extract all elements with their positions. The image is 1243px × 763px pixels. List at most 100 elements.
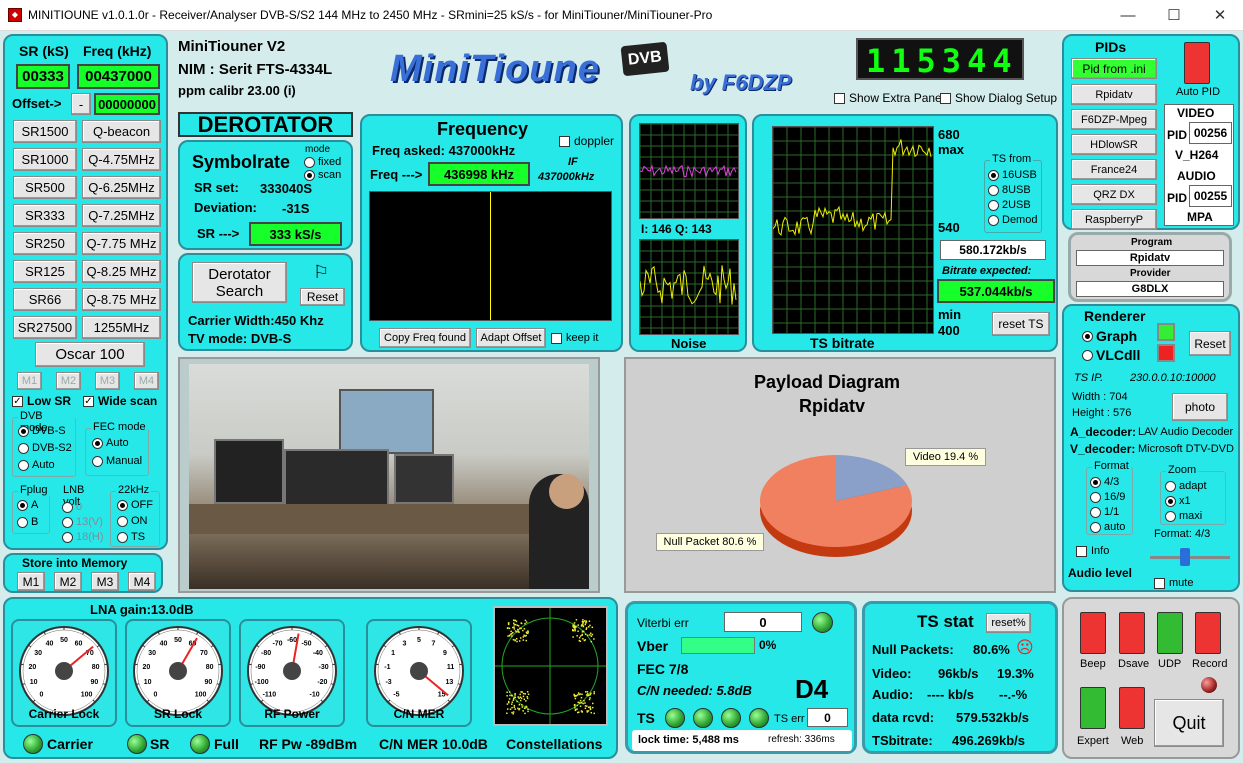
freq-button-q-6-25mhz[interactable]: Q-6.25MHz (82, 176, 161, 199)
lnb-18h-radio[interactable]: 18(H) (62, 531, 104, 543)
pid-preset-france24[interactable]: France24 (1071, 159, 1157, 180)
lnb-0-radio[interactable]: 0 (62, 501, 82, 513)
pid-preset-hdlowsr[interactable]: HDlowSR (1071, 134, 1157, 155)
pid-preset-f6dzp-mpeg[interactable]: F6DZP-Mpeg (1071, 109, 1157, 130)
fec-auto-radio[interactable]: Auto (92, 437, 129, 449)
mute-checkbox[interactable]: mute (1154, 577, 1193, 589)
sr-value[interactable]: 00333 (16, 64, 70, 89)
fixed-radio[interactable]: fixed (304, 156, 341, 168)
quit-button[interactable]: Quit (1154, 699, 1224, 747)
memory-m4-button[interactable]: M4 (134, 372, 159, 390)
freq-button-q-beacon[interactable]: Q-beacon (82, 120, 161, 143)
sr-button-sr125[interactable]: SR125 (13, 260, 77, 283)
freq-button-q-7-25mhz[interactable]: Q-7.25MHz (82, 204, 161, 227)
freq-button-q-8-25-mhz[interactable]: Q-8.25 MHz (82, 260, 161, 283)
scan-radio[interactable]: scan (304, 169, 341, 181)
expert-switch[interactable] (1080, 687, 1106, 729)
derotator-search-button[interactable]: Derotator Search (192, 262, 287, 303)
beep-switch[interactable] (1080, 612, 1106, 654)
video-pid-value[interactable]: 00256 (1189, 122, 1232, 144)
offset-sign-button[interactable]: - (71, 93, 91, 115)
store-m2-button[interactable]: M2 (54, 572, 82, 591)
lna-gain: LNA gain:13.0dB (90, 602, 194, 617)
ts-demod-radio[interactable]: Demod (988, 214, 1037, 226)
pid-preset-qrz-dx[interactable]: QRZ DX (1071, 184, 1157, 205)
pid-preset-raspberryp[interactable]: RaspberryP (1071, 209, 1157, 230)
doppler-checkbox[interactable]: doppler (559, 134, 614, 148)
frequency-title: Frequency (437, 119, 529, 139)
keep-it-checkbox[interactable]: keep it (551, 332, 598, 344)
derotator-reset-button[interactable]: Reset (300, 288, 345, 306)
lnb-13v-radio[interactable]: 13(V) (62, 516, 103, 528)
record-switch[interactable] (1195, 612, 1221, 654)
dvb-s2-radio[interactable]: DVB-S2 (18, 442, 72, 454)
sr-button-sr1000[interactable]: SR1000 (13, 148, 77, 171)
sr-button-sr66[interactable]: SR66 (13, 288, 77, 311)
pid-from-ini-button[interactable]: Pid from .ini (1071, 58, 1157, 79)
fec-value: FEC 7/8 (637, 661, 689, 677)
sr-button-sr1500[interactable]: SR1500 (13, 120, 77, 143)
freq-value[interactable]: 00437000 (77, 64, 160, 89)
graph-radio[interactable]: Graph (1082, 328, 1137, 344)
wide-scan-checkbox[interactable]: ✓ Wide scan (83, 394, 157, 408)
offset-value[interactable]: 00000000 (94, 93, 160, 115)
renderer-reset-button[interactable]: Reset (1189, 331, 1231, 356)
close-button[interactable]: ✕ (1197, 0, 1243, 31)
freq-button-1255mhz[interactable]: 1255MHz (82, 316, 161, 339)
freq-button-q-7-75-mhz[interactable]: Q-7.75 MHz (82, 232, 161, 255)
audio-level-slider[interactable] (1180, 548, 1190, 566)
sr-button-sr250[interactable]: SR250 (13, 232, 77, 255)
reset-ts-button[interactable]: reset TS (992, 312, 1050, 336)
copy-freq-button[interactable]: Copy Freq found (379, 328, 471, 348)
maximize-button[interactable]: ☐ (1151, 0, 1197, 31)
oscar-100-button[interactable]: Oscar 100 (35, 342, 145, 367)
sr-button-sr27500[interactable]: SR27500 (13, 316, 77, 339)
show-dialog-setup-checkbox[interactable]: Show Dialog Setup (940, 91, 1057, 105)
dvb-auto-radio[interactable]: Auto (18, 459, 55, 471)
ts-8usb-radio[interactable]: 8USB (988, 184, 1031, 196)
show-extra-panel-checkbox[interactable]: Show Extra Panel (834, 91, 944, 105)
freq-button-q-4-75mhz[interactable]: Q-4.75MHz (82, 148, 161, 171)
fplug-a-radio[interactable]: A (17, 499, 38, 511)
format-16-9-radio[interactable]: 16/9 (1090, 491, 1125, 503)
pid-preset-rpidatv[interactable]: Rpidatv (1071, 84, 1157, 105)
zoom-x1-radio[interactable]: x1 (1165, 495, 1191, 507)
memory-m3-button[interactable]: M3 (95, 372, 120, 390)
reset-percent-button[interactable]: reset% (986, 613, 1031, 633)
ts-16usb-radio[interactable]: 16USB (988, 169, 1037, 181)
ts-2usb-radio[interactable]: 2USB (988, 199, 1031, 211)
web-switch[interactable] (1119, 687, 1145, 729)
udp-switch[interactable] (1157, 612, 1183, 654)
adapt-offset-button[interactable]: Adapt Offset (476, 328, 546, 348)
zoom-adapt-radio[interactable]: adapt (1165, 480, 1207, 492)
zoom-maxi-radio[interactable]: maxi (1165, 510, 1202, 522)
store-m1-button[interactable]: M1 (17, 572, 45, 591)
switches-panel: Beep Dsave UDP Record Expert Web Quit (1062, 597, 1240, 759)
dsave-switch[interactable] (1119, 612, 1145, 654)
khz-on-radio[interactable]: ON (117, 515, 148, 527)
format-auto-radio[interactable]: auto (1090, 521, 1125, 533)
format-1-1-radio[interactable]: 1/1 (1090, 506, 1119, 518)
photo-button[interactable]: photo (1172, 393, 1228, 421)
store-m3-button[interactable]: M3 (91, 572, 119, 591)
sr-button-sr333[interactable]: SR333 (13, 204, 77, 227)
gauge-tick-label: 10 (30, 679, 38, 686)
ts-bitrate-graph (772, 126, 934, 334)
sr-button-sr500[interactable]: SR500 (13, 176, 77, 199)
info-checkbox[interactable]: Info (1076, 545, 1109, 557)
memory-m1-button[interactable]: M1 (17, 372, 42, 390)
audio-pid-value[interactable]: 00255 (1189, 185, 1232, 207)
fec-manual-radio[interactable]: Manual (92, 455, 142, 467)
vlcdll-radio[interactable]: VLCdll (1082, 347, 1140, 363)
khz-off-radio[interactable]: OFF (117, 499, 153, 511)
low-sr-checkbox[interactable]: ✓ Low SR (12, 394, 71, 408)
minimize-button[interactable]: — (1105, 0, 1151, 31)
auto-pid-switch[interactable] (1184, 42, 1210, 84)
khz-ts-radio[interactable]: TS (117, 531, 145, 543)
freq-button-q-8-75-mhz[interactable]: Q-8.75 MHz (82, 288, 161, 311)
format-4-3-radio[interactable]: 4/3 (1090, 476, 1119, 488)
fplug-b-radio[interactable]: B (17, 516, 38, 528)
dvb-s-radio[interactable]: DVB-S (18, 425, 66, 437)
store-m4-button[interactable]: M4 (128, 572, 156, 591)
memory-m2-button[interactable]: M2 (56, 372, 81, 390)
